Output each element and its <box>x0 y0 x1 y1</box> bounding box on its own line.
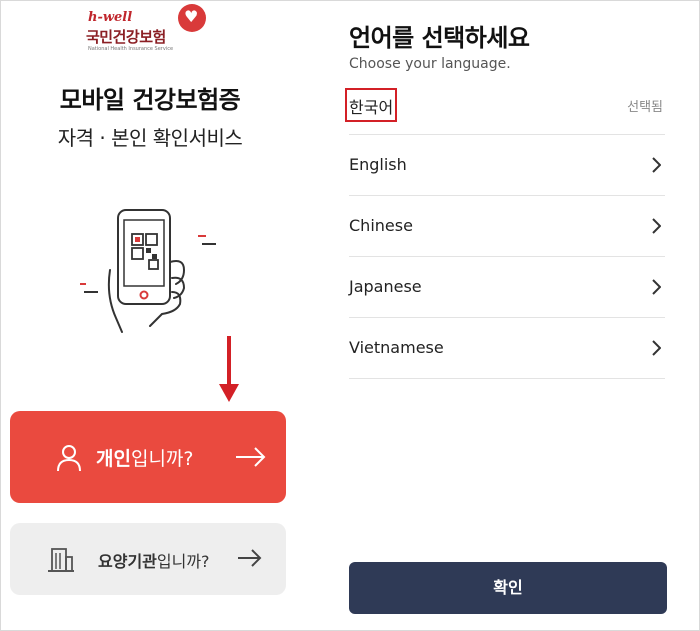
selected-badge: 선택됨 <box>627 100 663 115</box>
language-option-vietnamese[interactable]: Vietnamese <box>349 318 665 379</box>
chevron-right-icon <box>652 218 661 234</box>
building-icon <box>48 548 74 572</box>
language-subtitle: Choose your language. <box>349 56 511 72</box>
institution-button-label: 요양기관입니까? <box>98 552 210 571</box>
personal-button-label: 개인입니까? <box>96 448 194 470</box>
arrow-right-icon <box>236 447 266 467</box>
language-label: Vietnamese <box>349 338 444 357</box>
language-label: Chinese <box>349 216 413 235</box>
institution-button[interactable]: 요양기관입니까? <box>10 523 286 595</box>
language-label: 한국어 <box>349 98 394 117</box>
personal-button[interactable]: 개인입니까? <box>10 411 286 503</box>
chevron-right-icon <box>652 279 661 295</box>
nhis-logo: h-well 국민건강보험 National Health Insurance … <box>86 4 216 54</box>
heart-icon <box>178 4 206 32</box>
language-option-korean[interactable]: 한국어 선택됨 <box>345 76 665 135</box>
language-list: 한국어 선택됨 English Chinese Japanese Vietnam… <box>345 76 665 379</box>
down-arrow-icon <box>219 336 239 402</box>
language-title: 언어를 선택하세요 <box>349 24 530 52</box>
chevron-right-icon <box>652 340 661 356</box>
confirm-button[interactable]: 확인 <box>349 562 667 614</box>
language-option-chinese[interactable]: Chinese <box>349 196 665 257</box>
language-option-japanese[interactable]: Japanese <box>349 257 665 318</box>
page-title: 모바일 건강보험증 <box>59 86 241 114</box>
phone-qr-icon <box>80 209 216 333</box>
logo-mark: h-well <box>88 10 133 25</box>
language-label: English <box>349 155 407 174</box>
chevron-right-icon <box>652 157 661 173</box>
language-label: Japanese <box>349 277 422 296</box>
left-pane: h-well 국민건강보험 National Health Insurance … <box>0 0 300 631</box>
org-name: 국민건강보험 <box>86 28 166 46</box>
language-option-english[interactable]: English <box>349 135 665 196</box>
page-subtitle: 자격 · 본인 확인서비스 <box>57 126 243 150</box>
right-pane: 언어를 선택하세요 Choose your language. 한국어 선택됨 … <box>300 0 700 631</box>
org-name-en: National Health Insurance Service <box>88 46 174 52</box>
arrow-right-icon <box>238 549 262 567</box>
person-icon <box>57 445 81 472</box>
